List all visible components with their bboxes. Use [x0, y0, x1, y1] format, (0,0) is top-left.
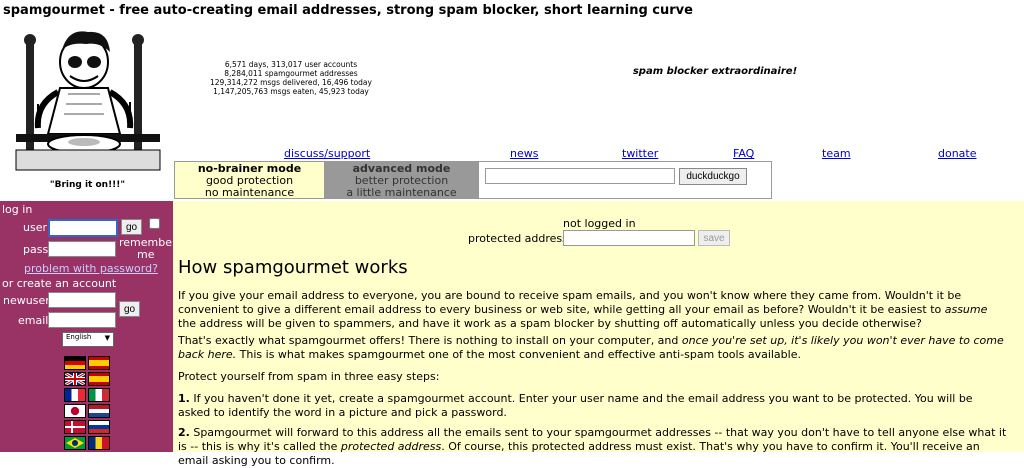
create-account-heading: or create an account: [2, 277, 117, 290]
stats-line: 6,571 days, 313,017 user accounts: [224, 60, 358, 69]
nav-team-link[interactable]: team: [822, 147, 851, 160]
text: If you haven't done it yet, create a spa…: [178, 392, 973, 419]
save-button[interactable]: save: [698, 230, 730, 246]
flag-japanese-icon[interactable]: [64, 404, 86, 418]
flag-spanish-icon[interactable]: [88, 356, 110, 370]
problem-password-link[interactable]: problem with password?: [24, 262, 158, 275]
text: That's exactly what spamgourmet offers! …: [178, 334, 682, 347]
login-heading: log in: [2, 203, 33, 216]
user-input[interactable]: [48, 219, 118, 237]
search-input[interactable]: [485, 168, 675, 184]
flag-dutch-icon[interactable]: [88, 404, 110, 418]
flag-catalan-icon[interactable]: [88, 372, 110, 386]
step-number: 2.: [178, 426, 190, 439]
offer-paragraph: That's exactly what spamgourmet offers! …: [178, 334, 1008, 362]
create-go-button[interactable]: go: [119, 301, 141, 317]
stats-line: 8,284,011 spamgourmet addresses: [224, 69, 358, 78]
site-brand: spamgourmet: [3, 3, 105, 18]
newuser-input[interactable]: [48, 292, 116, 308]
mode-advanced-tab[interactable]: advanced mode better protection a little…: [325, 161, 478, 199]
nav-donate-link[interactable]: donate: [938, 147, 977, 160]
flag-english-icon[interactable]: [64, 371, 86, 387]
site-stats: 6,571 days, 313,017 user accounts 8,284,…: [176, 60, 406, 96]
mascot-caption: "Bring it on!!!": [49, 180, 126, 190]
steps-intro: Protect yourself from spam in three easy…: [178, 370, 440, 383]
nav-faq-link[interactable]: FAQ: [733, 147, 754, 160]
step-number: 1.: [178, 392, 190, 405]
flag-french-icon[interactable]: [64, 388, 86, 402]
stats-line: 129,314,272 msgs delivered, 16,496 today: [210, 78, 372, 87]
user-label: user: [23, 221, 47, 234]
duckduckgo-button[interactable]: duckduckgo: [679, 168, 747, 185]
password-input[interactable]: [48, 241, 116, 257]
mascot-illustration: [8, 24, 168, 172]
login-go-button[interactable]: go: [121, 219, 143, 235]
page-title: How spamgourmet works: [178, 257, 408, 278]
language-value: English: [66, 333, 92, 341]
flag-italian-icon[interactable]: [88, 388, 110, 402]
text: If you give your email address to everyo…: [178, 289, 962, 316]
flag-danish-icon[interactable]: [64, 420, 86, 434]
email-input[interactable]: [48, 312, 116, 328]
flag-russian-icon[interactable]: [88, 420, 110, 434]
stats-line: 1,147,205,763 msgs eaten, 45,923 today: [213, 87, 369, 96]
nav-discuss-link[interactable]: discuss/support: [284, 147, 370, 160]
protected-address-input[interactable]: [563, 230, 695, 246]
sidebar: log in user go remember me pass problem …: [0, 201, 177, 452]
flag-romanian-icon[interactable]: [88, 436, 110, 450]
chevron-down-icon: ▼: [104, 334, 110, 342]
intro-paragraph: If you give your email address to everyo…: [178, 289, 1008, 331]
mascot-diner-icon: [15, 31, 161, 171]
mode-desc: no maintenance: [204, 186, 295, 199]
mode-nobrainer-tab[interactable]: no-brainer mode good protection no maint…: [174, 161, 325, 199]
language-select[interactable]: English ▼: [62, 332, 114, 347]
protected-address-label: protected address: [468, 232, 568, 245]
remember-label: me: [137, 248, 155, 261]
site-tagline: - free auto-creating email addresses, st…: [104, 3, 693, 18]
flag-german-icon[interactable]: [64, 356, 86, 370]
mode-desc: a little maintenance: [346, 186, 457, 199]
text-emphasis: assume: [944, 303, 988, 316]
text: This is what makes spamgourmet one of th…: [236, 348, 801, 361]
pass-label: pass: [23, 243, 49, 256]
login-status: not logged in: [563, 217, 636, 230]
nav-news-link[interactable]: news: [510, 147, 538, 160]
flag-brazilian-icon[interactable]: [64, 436, 86, 450]
newuser-label: newuser: [3, 294, 50, 307]
text: the address will be given to spammers, a…: [178, 317, 922, 330]
site-slogan: spam blocker extraordinaire!: [632, 66, 798, 77]
step-1: 1. If you haven't done it yet, create a …: [178, 392, 1008, 420]
nav-twitter-link[interactable]: twitter: [622, 147, 658, 160]
site-header: spamgourmet - free auto-creating email a…: [3, 3, 693, 18]
search-panel: duckduckgo: [478, 161, 772, 199]
email-label: email: [18, 314, 49, 327]
step-2: 2. Spamgourmet will forward to this addr…: [178, 426, 1008, 468]
remember-me-checkbox[interactable]: [149, 218, 160, 229]
text-emphasis: protected address: [340, 440, 442, 453]
main-content: not logged in protected address save How…: [173, 201, 1024, 467]
